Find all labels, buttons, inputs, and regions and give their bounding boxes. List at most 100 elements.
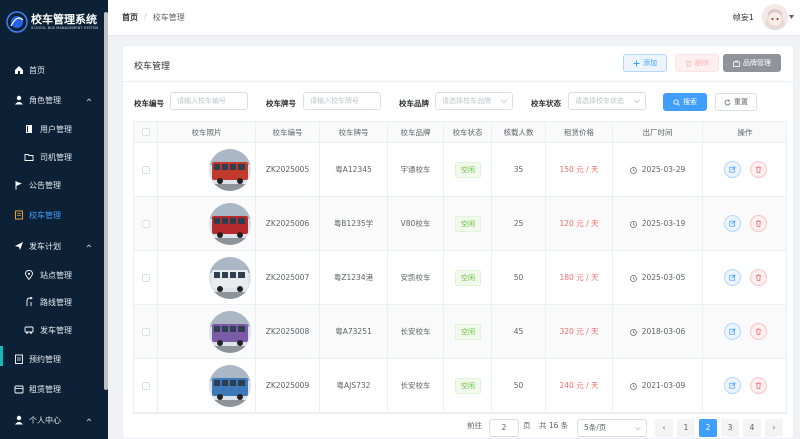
breadcrumb-home[interactable]: 首页	[122, 12, 138, 23]
sidebar-item-schedule[interactable]: 发车计划	[0, 232, 104, 260]
page-title: 校车管理	[134, 62, 171, 72]
edit-button[interactable]	[724, 161, 741, 178]
seats-cell: 45	[492, 305, 546, 359]
sidebar-item-users[interactable]: 用户管理	[0, 115, 104, 143]
page-3-button[interactable]: 3	[721, 419, 739, 437]
brand-cell: 安凯校车	[388, 251, 444, 305]
divider	[123, 81, 795, 82]
delete-row-button[interactable]	[750, 377, 767, 394]
page-4-button[interactable]: 4	[743, 419, 761, 437]
refresh-icon	[724, 98, 731, 105]
col-plate: 校车牌号	[320, 122, 388, 143]
edit-button[interactable]	[724, 269, 741, 286]
folder-icon	[24, 154, 34, 161]
sidebar-item-roles[interactable]: 角色管理	[0, 86, 104, 114]
date-text: 2018-03-06	[641, 327, 686, 336]
row-checkbox[interactable]	[142, 166, 150, 174]
sidebar-item-drivers[interactable]: 司机管理	[0, 143, 104, 171]
bus-photo[interactable]	[209, 365, 251, 407]
status-badge: 空闲	[455, 216, 481, 232]
row-select-cell	[134, 251, 158, 305]
reset-button[interactable]: 重置	[715, 93, 757, 111]
sidebar-item-routes[interactable]: 路线管理	[0, 288, 104, 316]
page-2-button[interactable]: 2	[699, 419, 717, 437]
brand-cell: 宇通校车	[388, 143, 444, 197]
sidebar-scrollbar[interactable]	[104, 12, 108, 390]
edit-button[interactable]	[724, 377, 741, 394]
bus-no-input[interactable]: 请输入校车编号	[170, 92, 248, 110]
plate-input[interactable]: 请输入校车牌号	[303, 92, 381, 110]
chevron-up-icon	[86, 418, 92, 422]
sidebar-item-stations[interactable]: 站点管理	[0, 261, 104, 289]
status-select[interactable]: 请选择校车状态	[568, 92, 646, 110]
clock-icon	[629, 274, 637, 282]
sidebar-item-rentals[interactable]: 租赁管理	[0, 375, 104, 403]
user-icon	[15, 95, 23, 105]
sidebar-item-label: 预约管理	[29, 354, 61, 364]
sidebar-item-buses[interactable]: 校车管理	[0, 201, 104, 229]
edit-button[interactable]	[724, 215, 741, 232]
sidebar-item-label: 首页	[29, 65, 45, 75]
app-title: 校车管理系统	[31, 13, 97, 26]
sidebar-item-departures[interactable]: 发车管理	[0, 316, 104, 344]
brand-select[interactable]: 请选择校车品牌	[435, 92, 513, 110]
brand-cell: 长安校车	[388, 359, 444, 413]
delete-row-button[interactable]	[750, 323, 767, 340]
chevron-down-icon	[501, 99, 507, 104]
actions-cell	[703, 305, 787, 359]
photo-cell	[158, 143, 256, 197]
avatar[interactable]	[762, 4, 788, 30]
breadcrumb-current: 校车管理	[152, 13, 185, 22]
sidebar-item-profile[interactable]: 个人中心	[0, 406, 104, 434]
brand-management-button[interactable]: 品牌管理	[723, 54, 781, 72]
goto-page-input[interactable]: 2	[489, 419, 519, 437]
row-checkbox[interactable]	[142, 220, 150, 228]
delete-row-button[interactable]	[750, 161, 767, 178]
caret-down-icon[interactable]	[789, 15, 794, 19]
row-checkbox[interactable]	[142, 328, 150, 336]
page-size-select[interactable]: 5条/页	[577, 419, 647, 437]
row-checkbox[interactable]	[142, 382, 150, 390]
brand-label: 校车品牌	[399, 99, 429, 108]
photo-cell	[158, 305, 256, 359]
sidebar-item-label: 校车管理	[29, 210, 61, 220]
app-logo: 校车管理系统 SCHOOL BUS MANAGEMENT SYSTEM	[0, 0, 108, 44]
row-checkbox[interactable]	[142, 274, 150, 282]
logo-icon	[6, 11, 28, 33]
bus-photo[interactable]	[209, 311, 251, 353]
chevron-down-icon	[635, 426, 641, 431]
sidebar-item-home[interactable]: 首页	[0, 56, 104, 84]
search-button[interactable]: 搜索	[663, 93, 707, 111]
col-photo: 校车照片	[158, 122, 256, 143]
next-page-button[interactable]: ›	[765, 419, 783, 437]
bus-management-card: 校车管理 添加 删除 品牌管理 校车编号 请输入校车编号 校车牌号 请输入校车牌…	[122, 45, 795, 439]
seats-cell: 35	[492, 143, 546, 197]
sidebar-item-notices[interactable]: 公告管理	[0, 171, 104, 199]
sidebar-item-label: 角色管理	[29, 95, 61, 105]
add-button[interactable]: 添加	[623, 54, 667, 72]
plate-cell: 粤Z1234港	[320, 251, 388, 305]
edit-icon	[729, 382, 736, 389]
username[interactable]: 帧妄1	[733, 12, 754, 23]
bus-photo[interactable]	[209, 203, 251, 245]
document-icon	[15, 354, 23, 364]
prev-page-button[interactable]: ‹	[655, 419, 673, 437]
delete-button[interactable]: 删除	[675, 54, 719, 72]
sidebar-item-label: 公告管理	[29, 180, 61, 190]
delete-row-button[interactable]	[750, 215, 767, 232]
delete-row-button[interactable]	[750, 269, 767, 286]
trash-icon	[756, 382, 761, 389]
edit-button[interactable]	[724, 323, 741, 340]
notebook-icon	[15, 210, 23, 220]
select-all-checkbox[interactable]	[142, 128, 150, 136]
chevron-up-icon	[86, 98, 92, 102]
page-1-button[interactable]: 1	[677, 419, 695, 437]
bus-photo[interactable]	[209, 257, 251, 299]
bus-no-label: 校车编号	[134, 99, 164, 108]
wallet-icon	[14, 385, 24, 394]
table-row: ZK2025009 粤AJS732 长安校车 空闲 50 240 元 / 天 2…	[134, 359, 786, 413]
seats-cell: 25	[492, 197, 546, 251]
sidebar: 校车管理系统 SCHOOL BUS MANAGEMENT SYSTEM 首页 角…	[0, 0, 108, 439]
sidebar-item-reservations[interactable]: 预约管理	[0, 345, 104, 373]
bus-photo[interactable]	[209, 149, 251, 191]
